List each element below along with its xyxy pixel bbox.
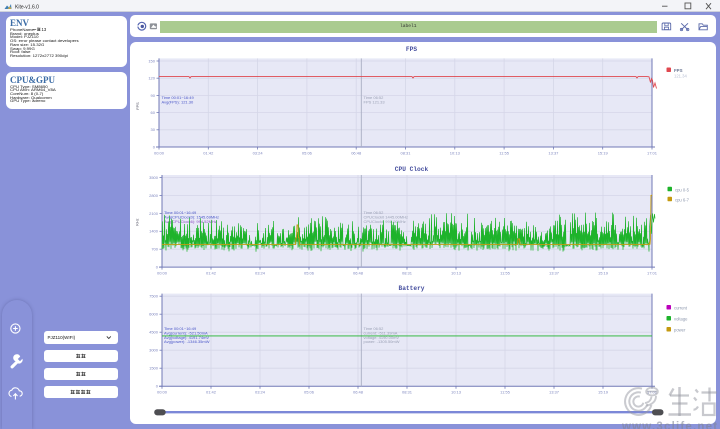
svg-text:Battery: Battery xyxy=(399,285,425,292)
svg-text:1500: 1500 xyxy=(149,366,159,371)
svg-text:Avg(FPS): 121.30: Avg(FPS): 121.30 xyxy=(162,100,194,105)
svg-text:700: 700 xyxy=(151,247,158,252)
svg-text:15:19: 15:19 xyxy=(598,271,609,276)
svg-text:2800: 2800 xyxy=(149,193,159,198)
svg-text:13:37: 13:37 xyxy=(548,151,559,156)
svg-text:01:42: 01:42 xyxy=(203,151,214,156)
svg-text:CPU Clock: CPU Clock xyxy=(395,166,429,173)
svg-text:0: 0 xyxy=(153,144,156,149)
svg-text:10:13: 10:13 xyxy=(451,271,462,276)
svg-text:00:00: 00:00 xyxy=(157,271,168,276)
svg-text:06:48: 06:48 xyxy=(353,390,364,395)
svg-text:00:00: 00:00 xyxy=(154,151,165,156)
svg-text:power: -1305.50mW: power: -1305.50mW xyxy=(364,339,400,344)
svg-text:7500: 7500 xyxy=(149,294,159,299)
svg-text:cpu 6-7: cpu 6-7 xyxy=(675,197,690,202)
svg-text:08:31: 08:31 xyxy=(400,151,411,156)
svg-text:30: 30 xyxy=(151,127,156,132)
svg-text:17:01: 17:01 xyxy=(647,271,658,276)
svg-text:FPS: FPS xyxy=(406,46,417,53)
svg-text:06:48: 06:48 xyxy=(351,151,362,156)
svg-text:150: 150 xyxy=(148,58,155,63)
svg-text:08:31: 08:31 xyxy=(402,390,413,395)
svg-text:cpu 0-5: cpu 0-5 xyxy=(675,187,690,192)
svg-text:60: 60 xyxy=(151,110,156,115)
svg-text:0: 0 xyxy=(156,265,159,270)
svg-text:03:24: 03:24 xyxy=(255,390,266,395)
svg-text:www.3clife.net: www.3clife.net xyxy=(621,421,718,429)
svg-text:05:06: 05:06 xyxy=(304,271,315,276)
svg-text:0: 0 xyxy=(156,384,159,389)
svg-text:FPS: FPS xyxy=(136,102,140,110)
svg-text:01:42: 01:42 xyxy=(206,271,217,276)
svg-text:13:37: 13:37 xyxy=(549,271,560,276)
svg-text:Avg(power): -1346.35mW: Avg(power): -1346.35mW xyxy=(164,339,210,344)
svg-text:3000: 3000 xyxy=(149,348,159,353)
svg-text:CPUClock6 998.00MHz: CPUClock6 998.00MHz xyxy=(364,219,406,224)
svg-text:FPS 121.33: FPS 121.33 xyxy=(364,100,386,105)
svg-text:FPS: FPS xyxy=(674,68,683,73)
svg-text:05:06: 05:06 xyxy=(304,390,315,395)
svg-text:06:48: 06:48 xyxy=(353,271,364,276)
svg-text:11:55: 11:55 xyxy=(500,390,510,395)
svg-text:10:13: 10:13 xyxy=(450,151,461,156)
svg-text:120: 120 xyxy=(148,76,155,81)
svg-text:voltage: voltage xyxy=(674,317,688,322)
svg-text:11:55: 11:55 xyxy=(500,271,510,276)
svg-text:03:24: 03:24 xyxy=(253,151,264,156)
svg-text:power: power xyxy=(674,328,686,333)
svg-text:current: current xyxy=(674,306,688,311)
svg-text:121.34: 121.34 xyxy=(674,74,687,79)
svg-text:3500: 3500 xyxy=(149,175,159,180)
svg-text:10:13: 10:13 xyxy=(451,390,462,395)
svg-text:05:06: 05:06 xyxy=(302,151,313,156)
svg-text:6000: 6000 xyxy=(149,312,159,317)
svg-text:15:19: 15:19 xyxy=(598,151,609,156)
svg-text:13:37: 13:37 xyxy=(549,390,560,395)
svg-text:Kite-v1.6.0: Kite-v1.6.0 xyxy=(15,4,39,10)
svg-text:00:00: 00:00 xyxy=(157,390,168,395)
svg-text:15:19: 15:19 xyxy=(598,390,609,395)
svg-text:08:31: 08:31 xyxy=(402,271,413,276)
svg-text:03:24: 03:24 xyxy=(255,271,266,276)
svg-text:2100: 2100 xyxy=(149,211,159,216)
svg-text:13: 13 xyxy=(42,27,47,32)
svg-text:4500: 4500 xyxy=(149,330,159,335)
svg-text:KHz: KHz xyxy=(136,218,140,225)
svg-text:11:55: 11:55 xyxy=(499,151,509,156)
svg-text:01:42: 01:42 xyxy=(206,390,217,395)
svg-text:1400: 1400 xyxy=(149,229,159,234)
svg-text:17:01: 17:01 xyxy=(647,151,658,156)
svg-text:90: 90 xyxy=(151,93,156,98)
